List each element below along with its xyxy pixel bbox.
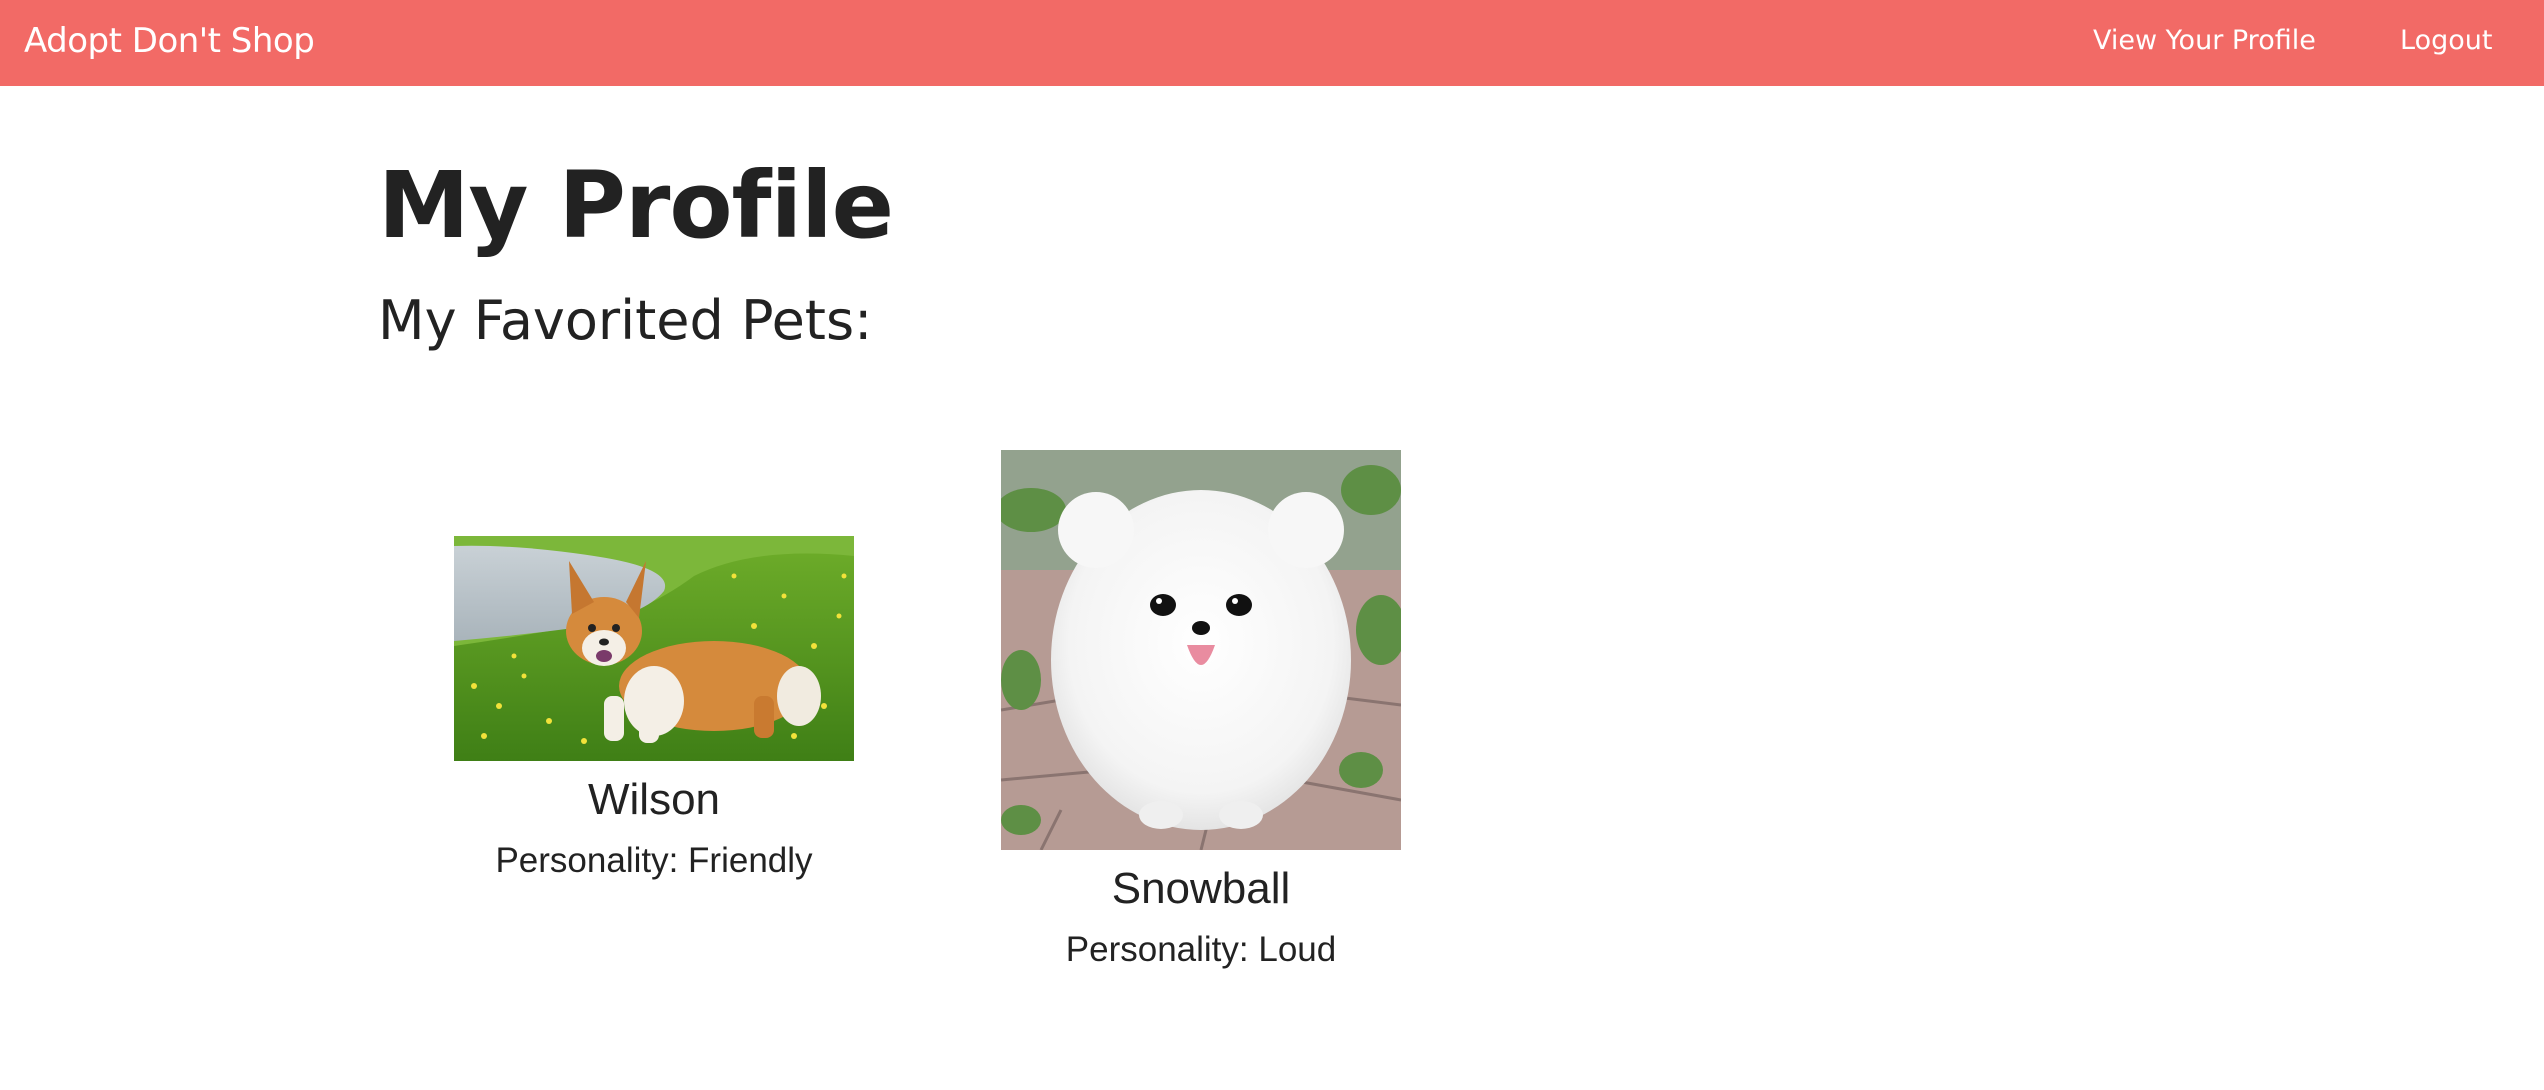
logout-link[interactable]: Logout (2400, 0, 2492, 86)
view-profile-link[interactable]: View Your Profile (2093, 0, 2316, 86)
pet-personality: Personality: Loud (1065, 930, 1337, 969)
pet-card-wilson: Wilson Personality: Friendly (454, 536, 854, 906)
brand-link[interactable]: Adopt Don't Shop (24, 0, 315, 86)
pet-personality: Personality: Friendly (495, 841, 813, 880)
pet-photo-pomeranian[interactable] (1001, 450, 1401, 850)
page-title: My Profile (378, 152, 894, 259)
pet-photo-corgi[interactable] (454, 536, 854, 761)
corgi-image (454, 536, 854, 761)
favorites-heading: My Favorited Pets: (378, 289, 873, 352)
pet-name: Snowball (1111, 864, 1291, 913)
pet-card-snowball: Snowball Personality: Loud (1001, 450, 1401, 995)
pomeranian-image (1001, 450, 1401, 850)
top-navbar: Adopt Don't Shop View Your Profile Logou… (0, 0, 2544, 86)
pet-name: Wilson (587, 775, 721, 824)
